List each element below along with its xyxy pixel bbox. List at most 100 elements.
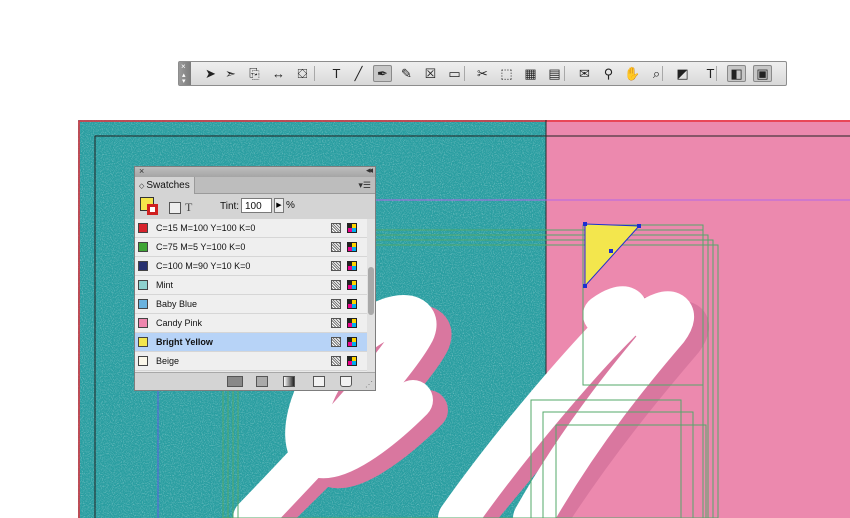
swatch-name: Candy Pink <box>156 318 203 328</box>
page-tool-icon[interactable]: ⎘ <box>245 65 264 82</box>
toolbar-separator <box>716 66 717 81</box>
swatch-name: C=75 M=5 Y=100 K=0 <box>156 242 246 252</box>
swatch-color-chip <box>138 356 148 366</box>
tab-arrows-icon: ◇ <box>139 183 145 190</box>
new-swatch-icon[interactable] <box>313 376 325 387</box>
pencil-tool-icon[interactable]: ✎ <box>397 65 416 82</box>
rectangle-tool-icon[interactable]: ▭ <box>445 65 464 82</box>
toolbar-separator <box>464 66 465 81</box>
swatch-list-scrollbar[interactable] <box>367 219 375 372</box>
resize-grip-icon[interactable]: ⋰ <box>365 380 373 389</box>
toolbar-separator <box>662 66 663 81</box>
formatting-container-icon[interactable] <box>169 202 181 214</box>
toolbar-separator <box>314 66 315 81</box>
content-collector-tool-icon[interactable]: ⛋ <box>293 65 312 82</box>
normal-view-icon[interactable]: ◧ <box>727 65 746 82</box>
toolbar-separator <box>564 66 565 81</box>
tint-label: Tint: <box>220 201 240 212</box>
tint-unit: % <box>286 200 295 211</box>
panel-options-icon[interactable]: ▴ ▾ <box>182 72 186 85</box>
process-color-icon <box>331 299 341 309</box>
swatch-color-chip <box>138 223 148 233</box>
cmyk-mode-icon <box>347 223 357 233</box>
zoom-tool-icon[interactable]: ⌕ <box>647 65 666 82</box>
process-color-icon <box>331 280 341 290</box>
process-color-icon <box>331 261 341 271</box>
swatch-name: Baby Blue <box>156 299 198 309</box>
swatch-row[interactable]: Baby Blue <box>135 295 367 314</box>
swatch-name: C=15 M=100 Y=100 K=0 <box>156 223 256 233</box>
swatch-name: Bright Yellow <box>156 337 213 347</box>
show-gradient-swatches-icon[interactable] <box>283 376 295 387</box>
process-color-icon <box>331 337 341 347</box>
tools-toolbar: × ▴ ▾ ➤ ➣ ⎘ ↔ ⛋ T ╱ ✒ ✎ ☒ ▭ ✂ ⬚ ▦ ▤ ✉ ⚲ ✋ ⌕ ◩ T ◧ ▣ <box>178 61 787 86</box>
direct-selection-tool-icon[interactable]: ➣ <box>221 65 240 82</box>
delete-swatch-icon[interactable] <box>340 376 352 387</box>
panel-menu-icon[interactable]: ▾☰ <box>358 180 371 191</box>
swatch-color-chip <box>138 318 148 328</box>
anchor-point <box>583 284 587 288</box>
panel-tab-row: ◇ Swatches ▾☰ <box>135 177 375 194</box>
gradient-feather-tool-icon[interactable]: ▤ <box>545 65 564 82</box>
show-all-swatches-icon[interactable] <box>227 376 243 387</box>
selection-tool-icon[interactable]: ➤ <box>201 65 220 82</box>
swatch-row[interactable]: C=15 M=100 Y=100 K=0 <box>135 219 367 238</box>
rectangle-frame-tool-icon[interactable]: ☒ <box>421 65 440 82</box>
swatch-row[interactable]: Bright Yellow <box>135 333 367 352</box>
tint-slider-arrow-icon[interactable]: ▶ <box>274 198 284 213</box>
process-color-icon <box>331 356 341 366</box>
swatch-controls: T Tint: 100 ▶ % <box>135 194 375 219</box>
cmyk-mode-icon <box>347 242 357 252</box>
cmyk-mode-icon <box>347 356 357 366</box>
fill-stroke-icon[interactable]: ◩ <box>673 65 692 82</box>
screen-mode-icon[interactable]: ▣ <box>753 65 772 82</box>
swatch-color-chip <box>138 242 148 252</box>
close-icon[interactable]: × <box>181 63 186 71</box>
swatch-name: C=100 M=90 Y=10 K=0 <box>156 261 251 271</box>
panel-titlebar[interactable]: × ◂◂ <box>135 165 375 177</box>
process-color-icon <box>331 223 341 233</box>
close-icon[interactable]: × <box>139 166 144 176</box>
gap-tool-icon[interactable]: ↔ <box>269 65 288 82</box>
swatch-color-chip <box>138 280 148 290</box>
free-transform-tool-icon[interactable]: ⬚ <box>497 65 516 82</box>
swatch-row[interactable]: C=100 M=90 Y=10 K=0 <box>135 257 367 276</box>
gradient-swatch-tool-icon[interactable]: ▦ <box>521 65 540 82</box>
swatch-row[interactable]: Beige <box>135 352 367 371</box>
type-tool-icon[interactable]: T <box>327 65 346 82</box>
scrollbar-thumb[interactable] <box>368 267 374 315</box>
formatting-affects-icon[interactable]: T <box>701 65 720 82</box>
fill-stroke-icon[interactable] <box>140 197 160 217</box>
show-color-swatches-icon[interactable] <box>256 376 268 387</box>
swatch-row[interactable]: Mint <box>135 276 367 295</box>
center-point <box>609 249 613 253</box>
eyedropper-tool-icon[interactable]: ⚲ <box>599 65 618 82</box>
tab-label: Swatches <box>146 180 190 191</box>
swatch-color-chip <box>138 261 148 271</box>
stroke-swatch[interactable] <box>147 204 158 215</box>
swatch-color-chip <box>138 337 148 347</box>
swatch-row[interactable]: C=75 M=5 Y=100 K=0 <box>135 238 367 257</box>
cmyk-mode-icon <box>347 299 357 309</box>
cmyk-mode-icon <box>347 261 357 271</box>
tint-input[interactable]: 100 <box>241 198 272 213</box>
toolbar-grip[interactable]: × ▴ ▾ <box>179 62 191 85</box>
swatch-list: C=15 M=100 Y=100 K=0 C=75 M=5 Y=100 K=0 C=… <box>135 219 367 372</box>
process-color-icon <box>331 242 341 252</box>
tab-swatches[interactable]: ◇ Swatches <box>135 177 195 194</box>
swatch-name: Mint <box>156 280 174 290</box>
scissors-tool-icon[interactable]: ✂ <box>473 65 492 82</box>
anchor-point <box>637 224 641 228</box>
cmyk-mode-icon <box>347 280 357 290</box>
swatches-panel: × ◂◂ ◇ Swatches ▾☰ T Tint: 100 ▶ % C=15 M… <box>134 165 376 391</box>
collapse-icon[interactable]: ◂◂ <box>366 165 373 176</box>
swatch-row[interactable]: Candy Pink <box>135 314 367 333</box>
pen-tool-icon[interactable]: ✒ <box>373 65 392 82</box>
cmyk-mode-icon <box>347 337 357 347</box>
anchor-point <box>583 222 587 226</box>
note-tool-icon[interactable]: ✉ <box>575 65 594 82</box>
line-tool-icon[interactable]: ╱ <box>349 65 368 82</box>
swatch-color-chip <box>138 299 148 309</box>
formatting-text-icon[interactable]: T <box>185 200 192 215</box>
hand-tool-icon[interactable]: ✋ <box>623 65 642 82</box>
